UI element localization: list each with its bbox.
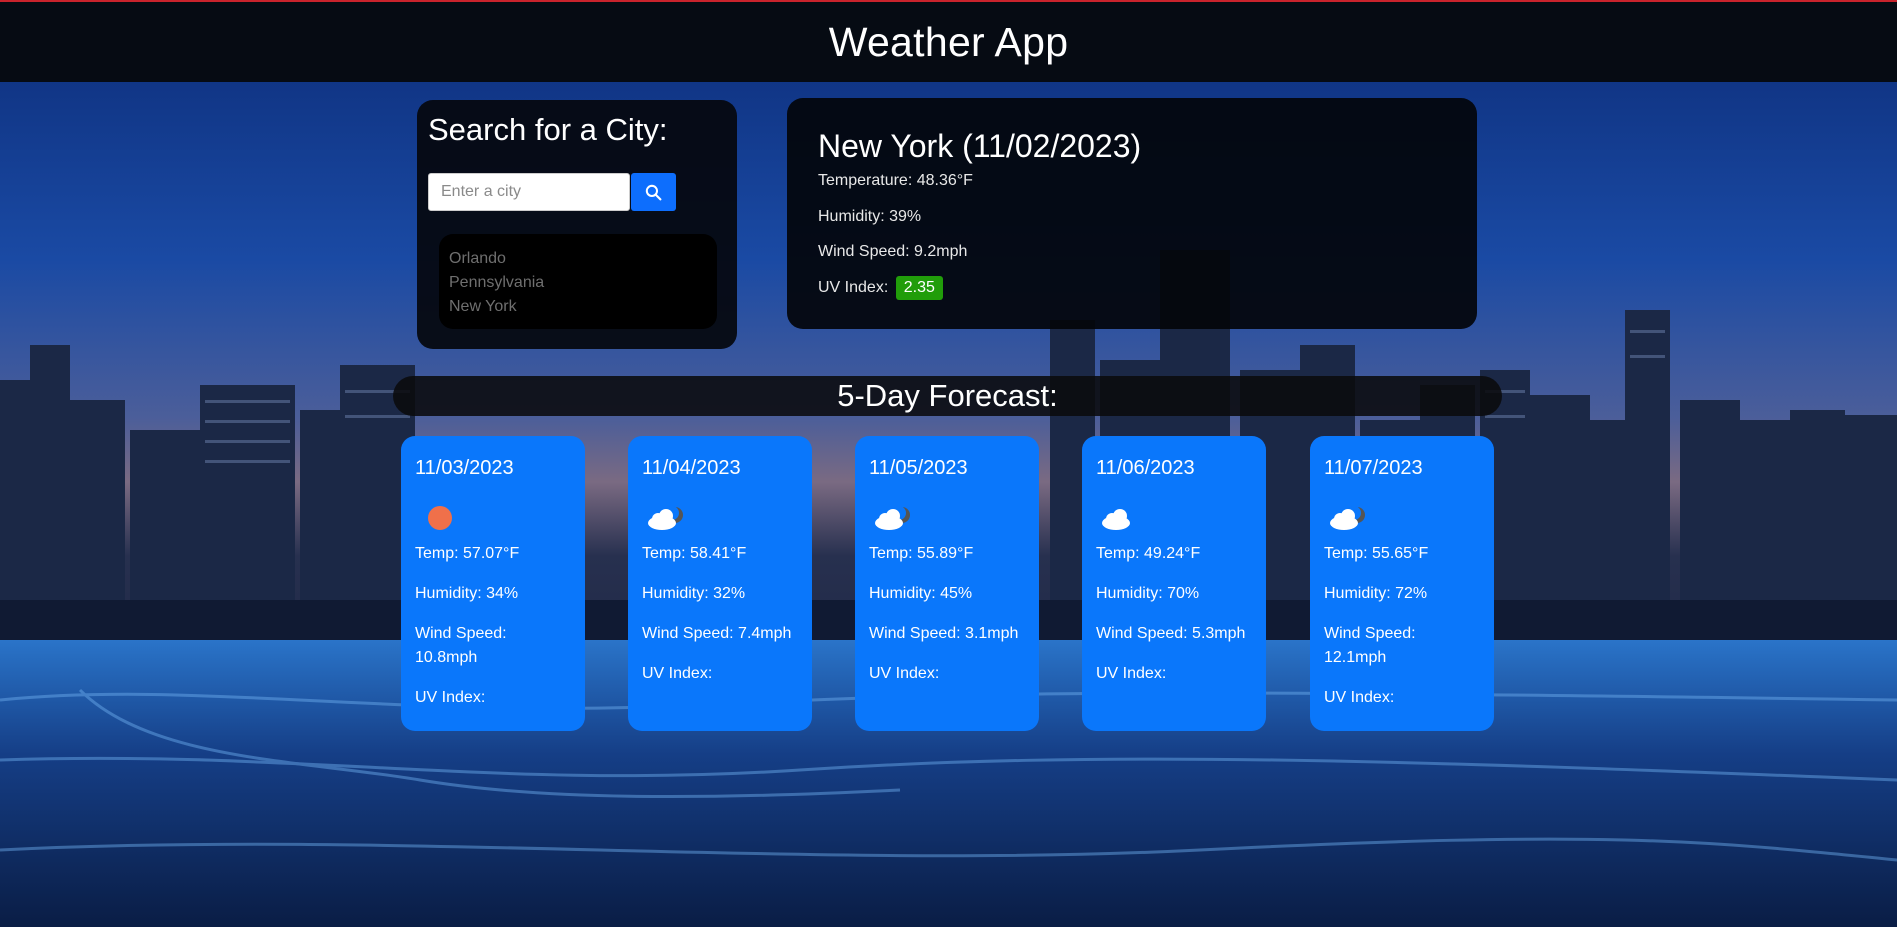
current-uv-index: UV Index: 2.35 bbox=[818, 276, 943, 300]
cloudy-night-icon bbox=[875, 506, 910, 530]
forecast-uv: UV Index: bbox=[1324, 689, 1395, 706]
history-item[interactable]: New York bbox=[449, 295, 717, 319]
forecast-date: 11/07/2023 bbox=[1324, 457, 1423, 479]
uv-index-badge: 2.35 bbox=[895, 276, 943, 300]
forecast-wind: Wind Speed: 3.1mph bbox=[869, 625, 1019, 642]
city-search-input[interactable] bbox=[428, 173, 630, 211]
cloudy-night-icon bbox=[1330, 506, 1365, 530]
history-item[interactable]: Pennsylvania bbox=[449, 271, 717, 295]
forecast-humidity: Humidity: 70% bbox=[1096, 585, 1200, 602]
forecast-uv: UV Index: bbox=[869, 665, 940, 682]
forecast-uv: UV Index: bbox=[415, 689, 486, 706]
current-temperature: Temperature: 48.36°F bbox=[818, 172, 973, 189]
current-city-title: New York (11/02/2023) bbox=[818, 128, 1142, 164]
forecast-humidity: Humidity: 32% bbox=[642, 585, 746, 602]
header-accent-line bbox=[0, 0, 1897, 2]
current-humidity: Humidity: 39% bbox=[818, 208, 922, 225]
cloudy-night-icon bbox=[648, 506, 683, 530]
forecast-card: 11/07/2023 Temp: 55.65°F Humidity: 72% W… bbox=[1310, 436, 1494, 731]
forecast-wind: Wind Speed: 7.4mph bbox=[642, 625, 792, 642]
forecast-date: 11/03/2023 bbox=[415, 457, 514, 479]
forecast-uv: UV Index: bbox=[1096, 665, 1167, 682]
forecast-temp: Temp: 58.41°F bbox=[642, 545, 747, 562]
search-heading: Search for a City: bbox=[428, 112, 668, 147]
forecast-temp: Temp: 55.89°F bbox=[869, 545, 974, 562]
forecast-humidity: Humidity: 45% bbox=[869, 585, 973, 602]
sun-icon bbox=[428, 506, 452, 530]
current-wind-speed: Wind Speed: 9.2mph bbox=[818, 243, 968, 260]
cloud-icon bbox=[1102, 509, 1130, 530]
forecast-card: 11/04/2023 Temp: 58.41°F Humidity: 32% W… bbox=[628, 436, 812, 731]
forecast-wind: Wind Speed: 12.1mph bbox=[1324, 625, 1416, 666]
forecast-wind: Wind Speed: 5.3mph bbox=[1096, 625, 1246, 642]
forecast-date: 11/04/2023 bbox=[642, 457, 741, 479]
search-history-list: Orlando Pennsylvania New York bbox=[439, 234, 717, 329]
forecast-temp: Temp: 57.07°F bbox=[415, 545, 520, 562]
search-icon bbox=[645, 184, 662, 200]
history-item[interactable]: Orlando bbox=[449, 247, 717, 271]
current-weather-panel: New York (11/02/2023) Temperature: 48.36… bbox=[787, 98, 1477, 329]
forecast-card: 11/06/2023 Temp: 49.24°F Humidity: 70% W… bbox=[1082, 436, 1266, 731]
forecast-heading: 5-Day Forecast: bbox=[837, 378, 1058, 413]
app-header: Weather App bbox=[0, 2, 1897, 82]
uv-index-label: UV Index: bbox=[818, 279, 889, 296]
forecast-uv: UV Index: bbox=[642, 665, 713, 682]
forecast-date: 11/05/2023 bbox=[869, 457, 968, 479]
page-title: Weather App bbox=[828, 19, 1069, 65]
forecast-card: 11/03/2023 Temp: 57.07°F Humidity: 34% W… bbox=[401, 436, 585, 731]
forecast-temp: Temp: 49.24°F bbox=[1096, 545, 1201, 562]
search-panel: Search for a City: Orlando Pennsylvania … bbox=[417, 100, 737, 349]
forecast-date: 11/06/2023 bbox=[1096, 457, 1195, 479]
forecast-humidity: Humidity: 72% bbox=[1324, 585, 1428, 602]
forecast-humidity: Humidity: 34% bbox=[415, 585, 519, 602]
forecast-temp: Temp: 55.65°F bbox=[1324, 545, 1429, 562]
forecast-heading-bar: 5-Day Forecast: bbox=[393, 376, 1502, 416]
forecast-wind: Wind Speed: 10.8mph bbox=[415, 625, 507, 666]
search-button[interactable] bbox=[631, 173, 676, 211]
forecast-card: 11/05/2023 Temp: 55.89°F Humidity: 45% W… bbox=[855, 436, 1039, 731]
